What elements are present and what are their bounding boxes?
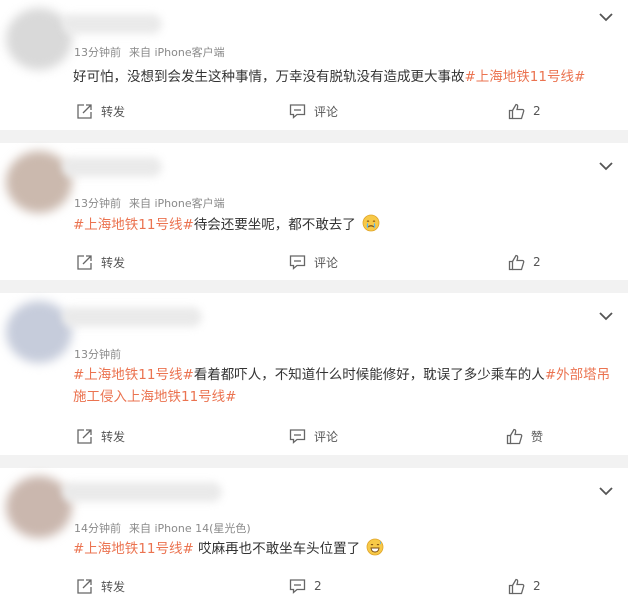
chevron-down-icon[interactable] bbox=[598, 484, 614, 498]
username-blurred bbox=[62, 482, 222, 502]
comment-text: 好可怕，没想到会发生这种事情，万幸没有脱轨没有造成更大事故#上海地铁11号线# bbox=[73, 66, 613, 88]
comment-button[interactable]: 评论 bbox=[289, 251, 338, 273]
repost-button[interactable]: 转发 bbox=[76, 251, 125, 273]
username-blurred bbox=[62, 157, 162, 177]
comment-card: 13分钟前 来自 iPhone客户端 #上海地铁11号线#待会还要坐呢，都不敢去了… bbox=[0, 143, 628, 280]
comment-body: 好可怕，没想到会发生这种事情，万幸没有脱轨没有造成更大事故 bbox=[73, 69, 465, 85]
like-button[interactable]: 赞 bbox=[506, 425, 543, 447]
comment-label: 评论 bbox=[314, 255, 339, 270]
grinning-sweat-face-icon bbox=[367, 538, 384, 556]
comment-body: 看着都吓人，不知道什么时候能修好，耽误了多少乘车的人 bbox=[193, 367, 545, 383]
hashtag-link[interactable]: #上海地铁11号线# bbox=[73, 217, 194, 233]
repost-button[interactable]: 转发 bbox=[76, 100, 125, 122]
repost-label: 转发 bbox=[101, 579, 126, 594]
repost-label: 转发 bbox=[101, 429, 126, 444]
comment-source: 来自 iPhone 14(星光色) bbox=[129, 522, 251, 535]
comment-time: 14分钟前 bbox=[74, 522, 121, 535]
thumbs-up-icon bbox=[506, 428, 523, 444]
like-button[interactable]: 2 bbox=[508, 575, 541, 597]
comment-icon bbox=[289, 579, 306, 594]
avatar[interactable] bbox=[6, 151, 72, 213]
like-label: 赞 bbox=[531, 429, 544, 444]
chevron-down-icon[interactable] bbox=[598, 159, 614, 173]
comment-source: 来自 iPhone客户端 bbox=[129, 197, 225, 210]
comment-meta: 13分钟前 来自 iPhone客户端 bbox=[74, 195, 225, 211]
avatar[interactable] bbox=[6, 8, 72, 70]
repost-icon bbox=[77, 103, 92, 119]
comment-card: 13分钟前 来自 iPhone客户端 好可怕，没想到会发生这种事情，万幸没有脱轨没… bbox=[0, 0, 628, 130]
comment-icon bbox=[289, 429, 306, 444]
comment-button[interactable]: 评论 bbox=[289, 100, 338, 122]
chevron-down-icon[interactable] bbox=[598, 10, 614, 24]
repost-icon bbox=[77, 254, 92, 270]
repost-button[interactable]: 转发 bbox=[76, 575, 125, 597]
comment-button[interactable]: 评论 bbox=[289, 425, 338, 447]
like-button[interactable]: 2 bbox=[508, 251, 541, 273]
chevron-down-icon[interactable] bbox=[598, 309, 614, 323]
username-blurred bbox=[62, 14, 162, 34]
like-count: 2 bbox=[533, 104, 541, 118]
comment-time: 13分钟前 bbox=[74, 348, 121, 361]
thumbs-up-icon bbox=[508, 103, 525, 119]
comment-source: 来自 iPhone客户端 bbox=[129, 46, 225, 59]
repost-label: 转发 bbox=[101, 255, 126, 270]
thumbs-up-icon bbox=[508, 578, 525, 594]
comment-meta: 14分钟前 来自 iPhone 14(星光色) bbox=[74, 520, 251, 536]
hashtag-link[interactable]: #上海地铁11号线# bbox=[465, 69, 586, 85]
username-blurred bbox=[62, 307, 202, 327]
comment-time: 13分钟前 bbox=[74, 46, 121, 59]
comment-label: 评论 bbox=[314, 429, 339, 444]
comment-card: 13分钟前 #上海地铁11号线#看着都吓人，不知道什么时候能修好，耽误了多少乘车… bbox=[0, 293, 628, 455]
comment-card: 14分钟前 来自 iPhone 14(星光色) #上海地铁11号线# 哎麻再也不敢… bbox=[0, 468, 628, 606]
repost-label: 转发 bbox=[101, 104, 126, 119]
comment-icon bbox=[289, 255, 306, 270]
comment-count: 2 bbox=[314, 579, 322, 593]
repost-icon bbox=[77, 578, 92, 594]
comment-body: 哎麻再也不敢坐车头位置了 bbox=[193, 541, 361, 557]
comment-actions: 转发 2 2 bbox=[0, 575, 628, 597]
comment-button[interactable]: 2 bbox=[289, 575, 322, 597]
comment-actions: 转发 评论 赞 bbox=[0, 425, 628, 447]
hashtag-link[interactable]: #上海地铁11号线# bbox=[73, 367, 194, 383]
comment-time: 13分钟前 bbox=[74, 197, 121, 210]
like-button[interactable]: 2 bbox=[508, 100, 541, 122]
hashtag-link[interactable]: #上海地铁11号线# bbox=[73, 541, 194, 557]
comment-icon bbox=[289, 104, 306, 119]
repost-icon bbox=[77, 428, 92, 444]
comment-text: #上海地铁11号线#看着都吓人，不知道什么时候能修好，耽误了多少乘车的人#外部塔… bbox=[73, 364, 613, 408]
avatar[interactable] bbox=[6, 301, 72, 363]
comment-meta: 13分钟前 来自 iPhone客户端 bbox=[74, 44, 225, 60]
comment-label: 评论 bbox=[314, 104, 339, 119]
comment-actions: 转发 评论 2 bbox=[0, 100, 628, 122]
like-count: 2 bbox=[533, 255, 541, 269]
comment-meta: 13分钟前 bbox=[74, 346, 121, 362]
comment-text: #上海地铁11号线#待会还要坐呢，都不敢去了 bbox=[73, 214, 613, 236]
crying-face-icon bbox=[362, 214, 380, 232]
comment-body: 待会还要坐呢，都不敢去了 bbox=[193, 217, 356, 233]
repost-button[interactable]: 转发 bbox=[76, 425, 125, 447]
comment-actions: 转发 评论 2 bbox=[0, 251, 628, 273]
thumbs-up-icon bbox=[508, 254, 525, 270]
avatar[interactable] bbox=[6, 476, 72, 538]
like-count: 2 bbox=[533, 579, 541, 593]
comment-text: #上海地铁11号线# 哎麻再也不敢坐车头位置了 bbox=[73, 538, 613, 560]
